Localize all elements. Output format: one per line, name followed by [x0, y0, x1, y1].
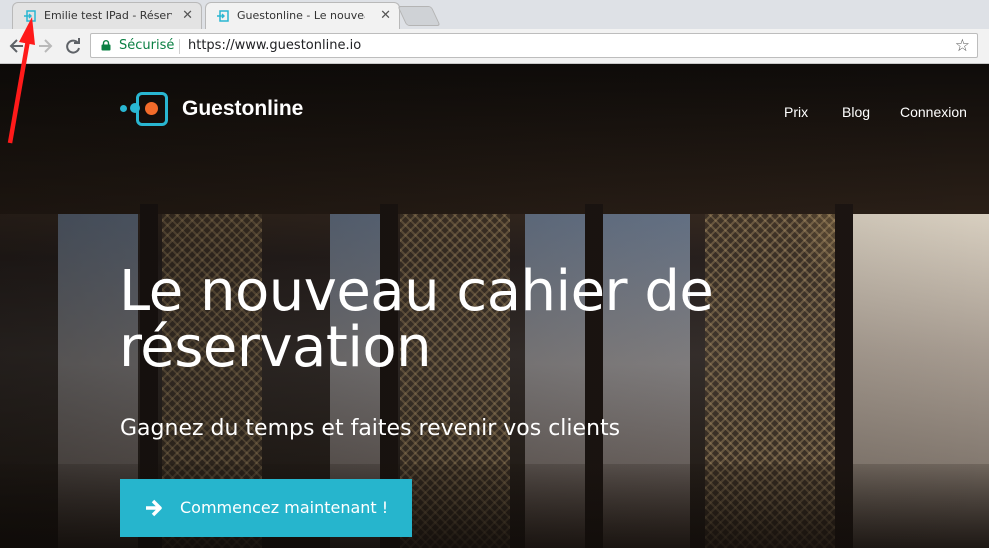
nav-prix[interactable]: Prix: [784, 104, 808, 120]
hero-title: Le nouveau cahier de réservation: [119, 259, 714, 380]
hero-subtitle: Gagnez du temps et faites revenir vos cl…: [120, 416, 621, 441]
omnibox-divider: [179, 39, 180, 54]
tab-close-icon[interactable]: ✕: [182, 8, 193, 22]
logo-dot-icon: [145, 102, 158, 115]
hero-section: Guestonline Prix Blog Connexion Le nouve…: [0, 64, 989, 548]
nav-blog[interactable]: Blog: [842, 104, 870, 120]
logo-dot-icon: [120, 105, 127, 112]
arrow-right-icon: [146, 499, 162, 517]
reload-icon[interactable]: [62, 35, 84, 57]
address-bar[interactable]: Sécurisé https://www.guestonline.io ☆: [90, 33, 978, 58]
lock-icon: [101, 40, 111, 51]
get-started-button[interactable]: Commencez maintenant !: [120, 479, 412, 537]
cta-label: Commencez maintenant !: [180, 498, 389, 517]
tab-emilie-test-ipad[interactable]: Emilie test IPad - Réserva ✕: [12, 2, 202, 29]
forward-icon[interactable]: [34, 35, 56, 57]
nav-connexion[interactable]: Connexion: [900, 104, 967, 120]
new-tab-button[interactable]: [397, 6, 441, 26]
url-text[interactable]: https://www.guestonline.io: [188, 38, 361, 53]
tab-favicon: [217, 10, 229, 22]
secure-label: Sécurisé: [119, 38, 175, 53]
back-icon[interactable]: [6, 35, 28, 57]
tab-close-icon[interactable]: ✕: [380, 8, 391, 22]
browser-toolbar: Sécurisé https://www.guestonline.io ☆: [0, 29, 989, 64]
star-icon[interactable]: ☆: [955, 36, 970, 56]
tab-strip: Emilie test IPad - Réserva ✕ Guestonline…: [0, 0, 989, 29]
tab-favicon: [24, 10, 36, 22]
tab-title: Emilie test IPad - Réserva: [44, 9, 172, 22]
tab-title: Guestonline - Le nouveau: [237, 9, 365, 22]
tab-guestonline[interactable]: Guestonline - Le nouveau ✕: [205, 2, 400, 29]
brand-name: Guestonline: [182, 97, 304, 120]
